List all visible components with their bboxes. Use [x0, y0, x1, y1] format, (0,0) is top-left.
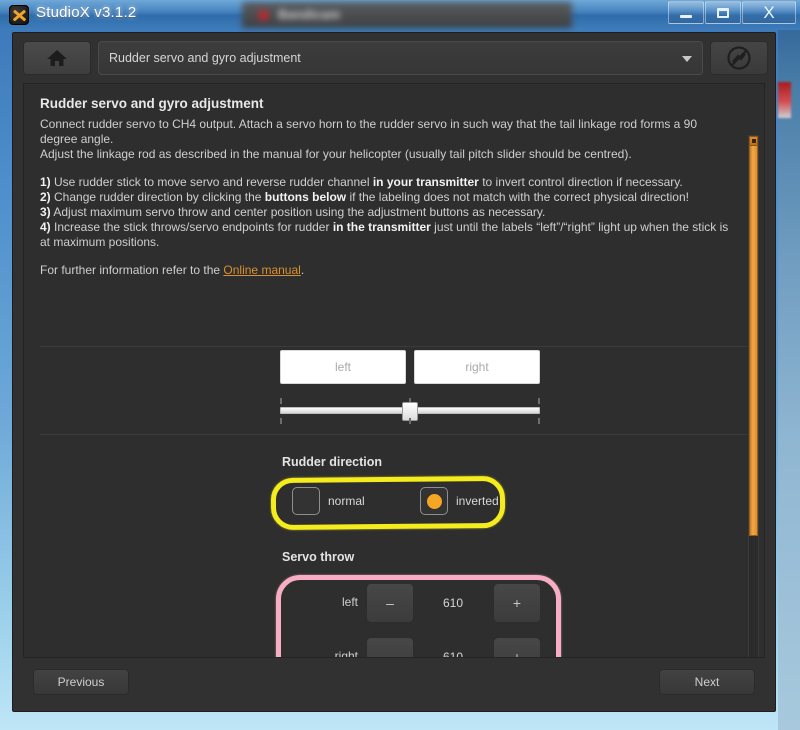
intro-line-1: Connect rudder servo to CH4 output. Atta… [40, 117, 698, 146]
annotation-yellow-rudder-direction [270, 475, 506, 531]
connection-status-button[interactable] [710, 41, 768, 75]
rudder-stick-slider[interactable] [280, 394, 540, 428]
background-window-caption-label: Bandicam [278, 7, 341, 22]
rudder-direction-title: Rudder direction [282, 455, 383, 469]
next-button[interactable]: Next [659, 669, 755, 695]
step-2-number: 2) [40, 190, 51, 204]
instruction-step-2: 2) Change rudder direction by clicking t… [40, 190, 734, 205]
page-selector-value: Rudder servo and gyro adjustment [109, 51, 301, 65]
step-2-text-c: if the labeling does not match with the … [346, 190, 689, 204]
lamp-left: left [280, 350, 406, 384]
instruction-step-1: 1) Use rudder stick to move servo and re… [40, 175, 734, 190]
close-button[interactable]: X [742, 1, 796, 24]
app-toolbar: Rudder servo and gyro adjustment [13, 33, 775, 83]
page-selector-dropdown[interactable]: Rudder servo and gyro adjustment [98, 41, 703, 75]
step-1-text-c: to invert control direction if necessary… [478, 175, 683, 189]
home-icon [47, 50, 67, 66]
minimize-button[interactable] [668, 1, 704, 24]
step-4-text-a: Increase the stick throws/servo endpoint… [50, 220, 333, 234]
step-1-text-a: Use rudder stick to move servo and rever… [50, 175, 373, 189]
step-1-text-b: in your transmitter [372, 175, 479, 189]
instruction-step-3: 3) Adjust maximum servo throw and center… [40, 205, 734, 220]
step-4-number: 4) [40, 220, 51, 234]
wizard-footer: Previous Next [13, 659, 775, 711]
step-2-text-b: buttons below [264, 190, 347, 204]
scrollbar-thumb[interactable] [749, 136, 758, 536]
online-manual-link[interactable]: Online manual [223, 263, 300, 277]
minimize-icon [680, 14, 692, 18]
divider-top [40, 346, 749, 347]
online-manual-note-suffix: . [300, 263, 305, 277]
title-bar[interactable]: StudioX v3.1.2 Bandicam X [0, 0, 800, 30]
step-1-number: 1) [40, 175, 51, 189]
slider-tick-top-max [538, 398, 540, 404]
direction-lamps: left right [280, 350, 540, 384]
window-controls: X [667, 1, 796, 24]
step-2-text-a: Change rudder direction by clicking the [50, 190, 265, 204]
divider-bottom [40, 434, 749, 435]
maximize-icon [717, 7, 729, 18]
online-manual-note: For further information refer to the Onl… [40, 263, 734, 278]
chevron-down-icon [682, 56, 692, 62]
home-button[interactable] [23, 41, 91, 75]
scrollbar-up-arrow[interactable] [749, 136, 758, 146]
step-3-number: 3) [40, 205, 51, 219]
intro-paragraph: Connect rudder servo to CH4 output. Atta… [40, 117, 734, 162]
instruction-step-4: 4) Increase the stick throws/servo endpo… [40, 220, 734, 250]
step-3-text-a: Adjust maximum servo throw and center po… [50, 205, 546, 219]
record-dot-icon [258, 10, 269, 21]
slider-tick-top-min [280, 398, 282, 404]
background-window-record-marker [778, 82, 791, 118]
window-title: StudioX v3.1.2 [36, 4, 137, 21]
content-pane: Rudder servo and gyro adjustment Connect… [23, 83, 765, 658]
no-connection-icon [727, 46, 751, 70]
annotation-pink-servo-throw [276, 575, 561, 657]
app-logo-icon [9, 5, 29, 25]
slider-tick-bottom-min [280, 418, 282, 424]
slider-tick-bottom-max [538, 418, 540, 424]
step-4-text-b: in the transmitter [332, 220, 431, 234]
servo-throw-title: Servo throw [282, 550, 355, 564]
intro-line-2: Adjust the linkage rod as described in t… [40, 147, 632, 161]
aero-window: StudioX v3.1.2 Bandicam X Rudder servo a… [0, 0, 800, 730]
close-icon: X [763, 3, 775, 22]
background-window-caption[interactable]: Bandicam [242, 2, 572, 28]
slider-tick-bottom-mid [409, 418, 411, 424]
app-client-area: Rudder servo and gyro adjustment Rudder … [12, 32, 776, 712]
lamp-right: right [414, 350, 540, 384]
online-manual-note-prefix: For further information refer to the [40, 263, 224, 277]
page-title: Rudder servo and gyro adjustment [40, 96, 264, 111]
previous-button[interactable]: Previous [33, 669, 129, 695]
maximize-button[interactable] [705, 1, 741, 24]
content-scrollbar[interactable] [748, 135, 759, 657]
